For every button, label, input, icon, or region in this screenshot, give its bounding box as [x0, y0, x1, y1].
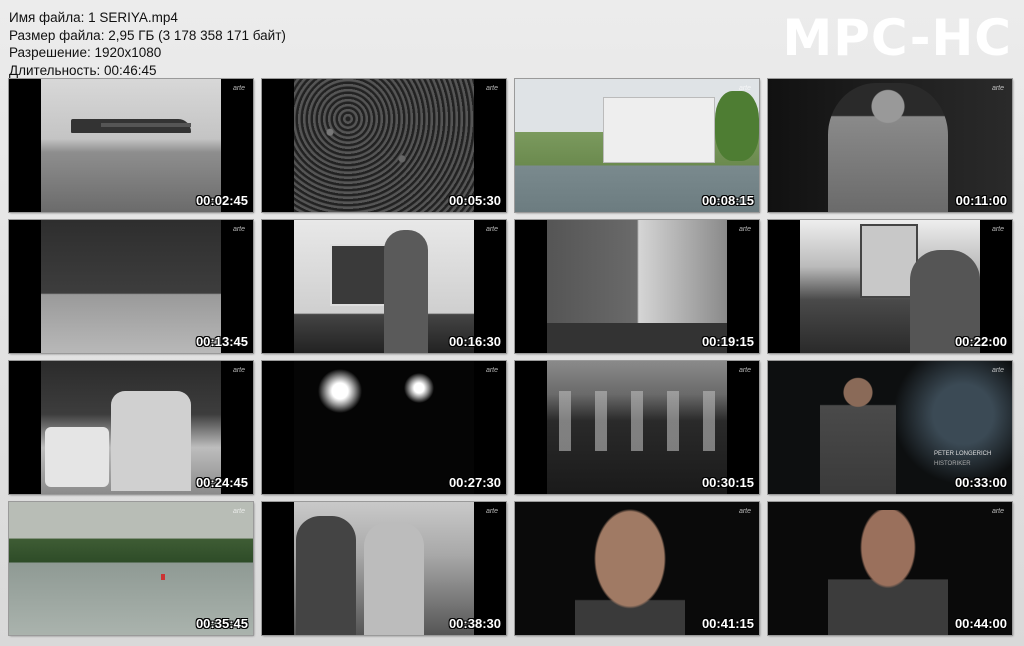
thumbnail[interactable]: arte 00:30:15 [514, 360, 760, 495]
video-frame [294, 361, 474, 494]
thumbnail-grid: arte 00:02:45 arte 00:05:30 arte 00:08:1… [8, 78, 1013, 636]
younger-man [364, 522, 424, 635]
crowd-faces [547, 391, 727, 451]
channel-watermark: arte [485, 508, 498, 515]
thumbnail[interactable]: arte 00:38:30 [261, 501, 507, 636]
channel-watermark: arte [991, 85, 1004, 92]
video-frame [41, 361, 221, 494]
street [547, 323, 727, 353]
channel-watermark: arte [991, 226, 1004, 233]
video-frame [547, 361, 727, 494]
resolution: Разрешение: 1920x1080 [9, 45, 162, 61]
timestamp: 00:11:00 [955, 193, 1007, 208]
children [111, 391, 191, 491]
file-name: Имя файла: 1 SERIYA.mp4 [9, 10, 178, 25]
timestamp: 00:22:00 [954, 334, 1007, 349]
portrait-figure [828, 83, 948, 212]
thumbnail[interactable]: arte 00:11:00 [767, 78, 1013, 213]
seated-man [820, 373, 896, 494]
thumbnail[interactable]: arte 00:08:15 [514, 78, 760, 213]
channel-watermark: arte [991, 508, 1004, 515]
file-size: Размер файла: 2,95 ГБ (3 178 358 171 бай… [9, 27, 286, 43]
thumbnail[interactable]: arte 00:44:00 [767, 501, 1013, 636]
thumbnail[interactable]: PETER LONGERICH HISTORIKER arte 00:33:00 [767, 360, 1013, 495]
hotel-building [603, 97, 715, 163]
timestamp: 00:41:15 [701, 616, 754, 631]
face-closeup [575, 508, 685, 635]
tree [715, 91, 759, 161]
timestamp: 00:08:15 [701, 193, 754, 208]
timestamp: 00:19:15 [701, 334, 754, 349]
thumbnail[interactable]: arte 00:13:45 [8, 219, 254, 354]
interviewee [828, 510, 948, 635]
thumbnail[interactable]: arte 00:19:15 [514, 219, 760, 354]
channel-watermark: arte [485, 367, 498, 374]
timestamp: 00:44:00 [954, 616, 1007, 631]
timestamp: 00:30:15 [701, 475, 754, 490]
channel-watermark: arte [485, 226, 498, 233]
airplane-wing [101, 123, 191, 127]
buoy [161, 574, 165, 580]
thumbnail[interactable]: arte 00:35:45 [8, 501, 254, 636]
channel-watermark: arte [232, 85, 245, 92]
thumbnail[interactable]: arte 00:02:45 [8, 78, 254, 213]
channel-watermark: arte [991, 367, 1004, 374]
thumbnail[interactable]: arte 00:41:15 [514, 501, 760, 636]
man-silhouette [384, 230, 428, 353]
channel-watermark: arte [738, 226, 751, 233]
channel-watermark: arte [738, 367, 751, 374]
video-frame [41, 220, 221, 353]
video-frame [547, 220, 727, 353]
video-frame [294, 502, 474, 635]
file-info: Имя файла: 1 SERIYA.mp4 Размер файла: 2,… [9, 9, 286, 79]
thumbnail[interactable]: arte 00:22:00 [767, 219, 1013, 354]
video-frame [294, 220, 474, 353]
name-caption: PETER LONGERICH [934, 451, 992, 457]
video-frame [800, 220, 980, 353]
timestamp: 00:02:45 [195, 193, 248, 208]
flag [330, 244, 390, 306]
older-man [296, 516, 356, 635]
thumbnail[interactable]: arte 00:27:30 [261, 360, 507, 495]
thumbnail[interactable]: arte 00:24:45 [8, 360, 254, 495]
thumbnail[interactable]: arte 00:05:30 [261, 78, 507, 213]
timestamp: 00:38:30 [448, 616, 501, 631]
timestamp: 00:24:45 [195, 475, 248, 490]
timestamp: 00:13:45 [195, 334, 248, 349]
timestamp: 00:16:30 [448, 334, 501, 349]
channel-watermark: arte [232, 367, 245, 374]
fire-glow [404, 373, 434, 403]
timestamp: 00:05:30 [448, 193, 501, 208]
thumbnail[interactable]: arte 00:16:30 [261, 219, 507, 354]
video-frame [41, 79, 221, 212]
role-caption: HISTORIKER [934, 461, 971, 467]
video-frame [294, 79, 474, 212]
timestamp: 00:33:00 [954, 475, 1007, 490]
fire-glow [318, 369, 362, 413]
mpc-hc-logo: MPC-HC [782, 9, 1012, 67]
table [45, 427, 109, 487]
channel-watermark: arte [738, 85, 751, 92]
channel-watermark: arte [738, 508, 751, 515]
channel-watermark: arte [485, 85, 498, 92]
timestamp: 00:27:30 [448, 475, 501, 490]
channel-watermark: arte [232, 226, 245, 233]
channel-watermark: arte [232, 508, 245, 515]
duration: Длительность: 00:46:45 [9, 62, 157, 78]
timestamp: 00:35:45 [195, 616, 248, 631]
